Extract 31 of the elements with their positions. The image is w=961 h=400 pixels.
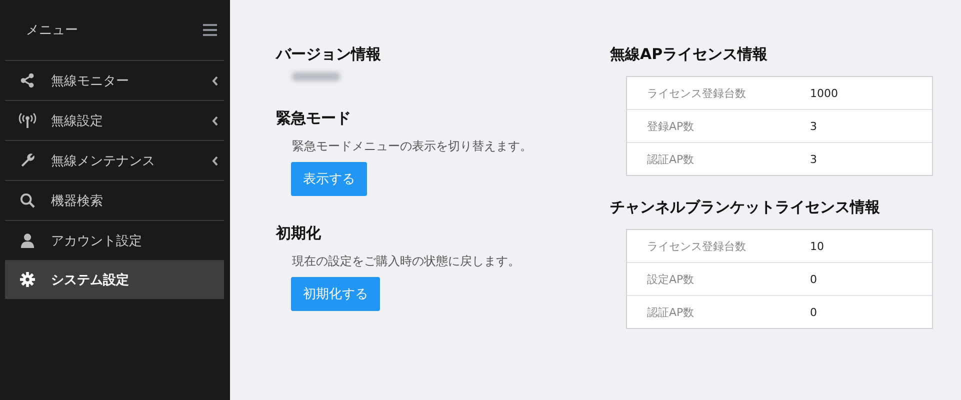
item-label: アカウント設定: [51, 232, 143, 250]
section-description: 現在の設定をご購入時の状態に戻します。: [292, 253, 521, 270]
sidebar-item[interactable]: 無線メンテナンス: [5, 141, 224, 181]
item-label: 機器検索: [51, 192, 104, 210]
row-label: ライセンス登録台数: [646, 86, 747, 100]
item-label: システム設定: [51, 272, 130, 288]
row-label: 登録AP数: [646, 118, 696, 134]
row-value: 10: [810, 240, 824, 252]
item-label: 無線メンテナンス: [51, 152, 156, 170]
sidebar-item[interactable]: 無線モニター: [5, 61, 224, 101]
sidebar-item[interactable]: システム設定: [5, 261, 224, 299]
section-description: 緊急モードメニューの表示を切り替えます。: [292, 138, 533, 155]
menu-title: メニュー: [26, 22, 78, 39]
section-heading: バージョン情報: [276, 45, 382, 64]
sidebar-item[interactable]: 機器検索: [5, 181, 224, 221]
row-value: 3: [810, 120, 817, 132]
item-label: 無線モニター: [51, 72, 130, 90]
row-value: 3: [810, 152, 817, 166]
row-label: 認証AP数: [646, 152, 696, 166]
row-label: ライセンス登録台数: [646, 238, 747, 254]
row-value: 0: [810, 272, 817, 286]
row-value: 0: [810, 306, 817, 318]
row-label: 設定AP数: [646, 272, 696, 286]
sidebar-item[interactable]: 無線設定: [5, 101, 224, 141]
section-heading: 初期化: [276, 224, 322, 243]
item-label: 無線設定: [51, 112, 104, 130]
panel-heading: 無線APライセンス情報: [610, 45, 769, 64]
section-heading: 緊急モード: [276, 109, 352, 128]
row-label: 認証AP数: [646, 304, 696, 320]
row-value: 1000: [810, 86, 838, 100]
panel-heading: チャンネルブランケットライセンス情報: [610, 198, 881, 217]
